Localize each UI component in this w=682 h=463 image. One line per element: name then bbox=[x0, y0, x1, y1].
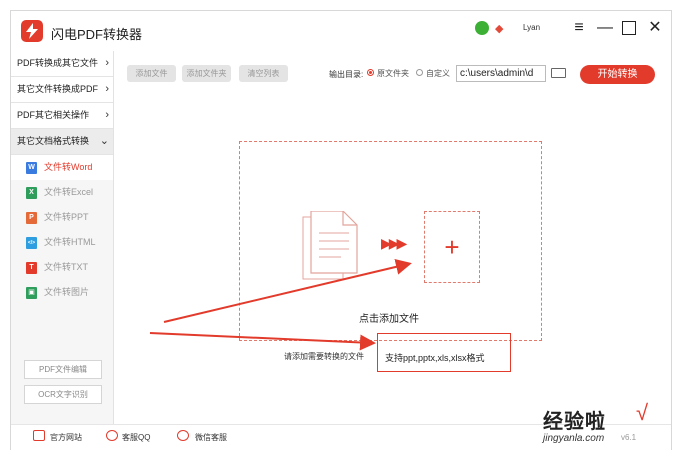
annotation-arrows bbox=[149, 258, 412, 351]
annotation-arrow-to-formats bbox=[149, 332, 376, 351]
annotation-arrow-to-plus bbox=[163, 258, 412, 323]
watermark-url: jingyanla.com bbox=[543, 433, 605, 444]
watermark-check-icon: √ bbox=[636, 400, 649, 425]
watermark-brand: 经验啦 bbox=[543, 411, 606, 433]
